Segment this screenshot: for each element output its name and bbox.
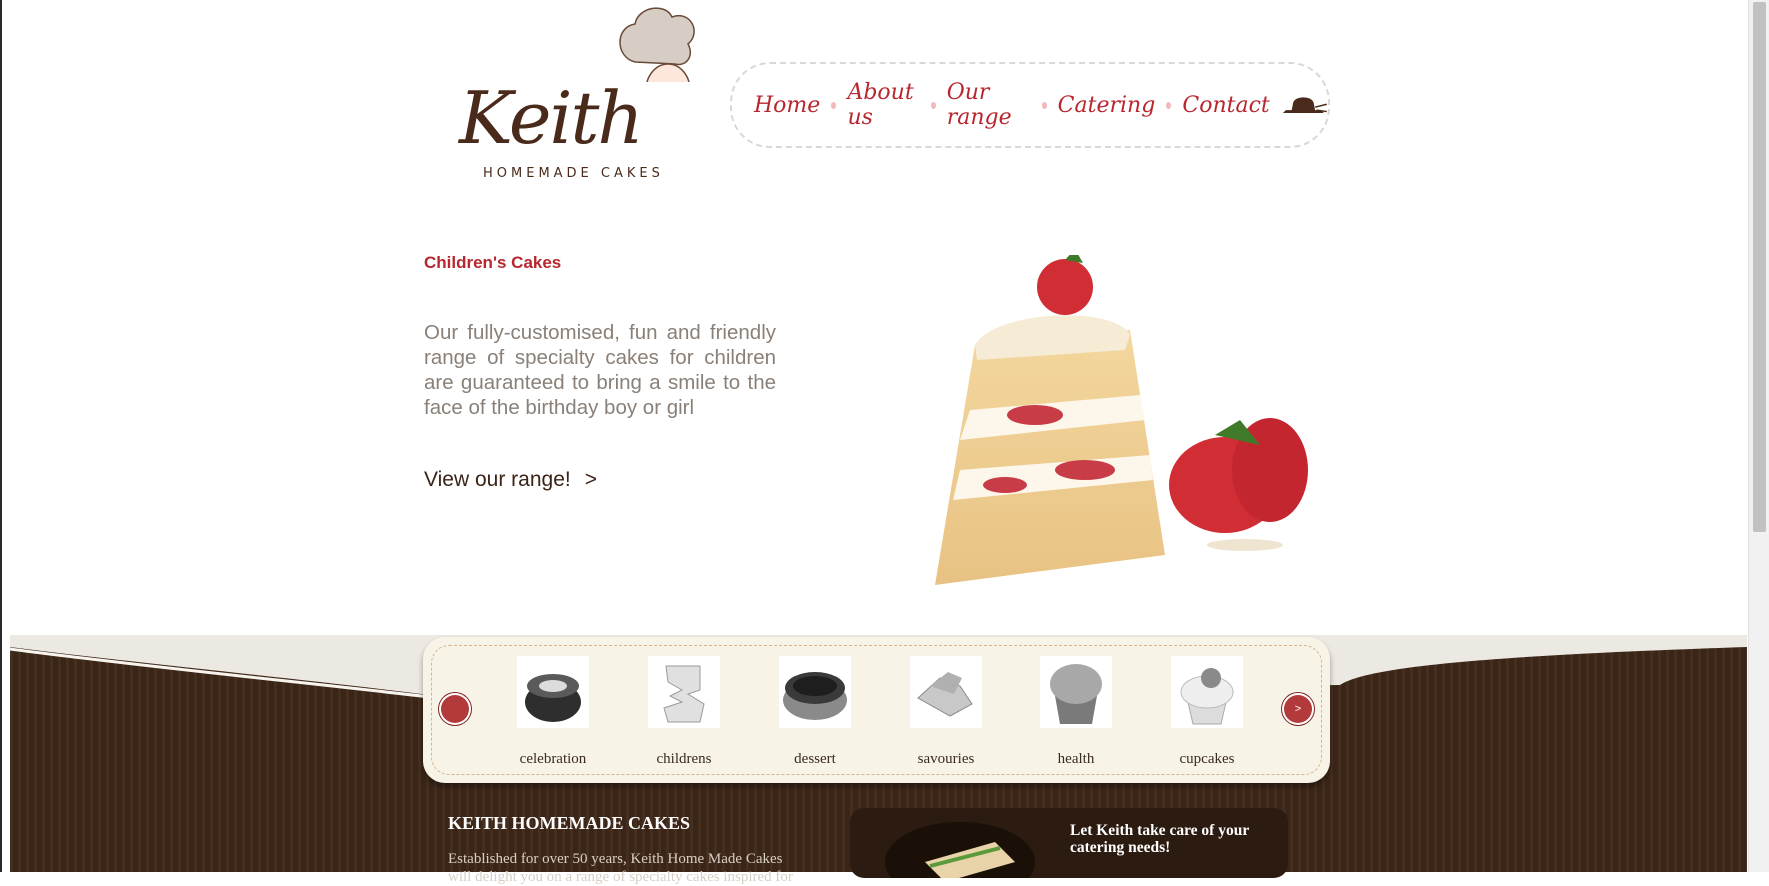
category-label: health [1057,751,1095,767]
nav-contact[interactable]: Contact [1182,93,1269,118]
scrollbar-thumb[interactable] [1753,2,1766,532]
nav-separator [930,101,936,109]
window-border [0,0,2,872]
strawberry-cake-image [935,255,1308,585]
nav-range[interactable]: Our range [947,80,1031,130]
nav-separator [831,101,837,109]
nav-separator [1041,101,1047,109]
category-carousel: > celebration childrens dessert savourie… [423,637,1330,783]
category-dessert[interactable]: dessert [770,656,860,768]
catering-title: Let Keith take care of your catering nee… [1070,822,1249,856]
logo-name: Keith [459,76,644,160]
site-logo[interactable]: Keith HOMEMADE CAKES [455,0,705,190]
nav-separator [1166,101,1172,109]
childrens-cake-thumbnail [648,656,720,728]
sandwich-image [885,822,1035,878]
cake-icon [1282,97,1327,114]
nav-catering[interactable]: Catering [1058,93,1156,118]
category-health[interactable]: health [1031,656,1121,768]
category-childrens[interactable]: childrens [639,656,729,768]
nav-about[interactable]: About us [847,80,919,130]
about-heading: KEITH HOMEMADE CAKES [448,813,691,833]
chef-illustration [619,7,695,82]
logo-tagline: HOMEMADE CAKES [483,166,664,181]
dessert-thumbnail [779,656,851,728]
hero-title: Children's Cakes [424,253,562,272]
celebration-cake-thumbnail [517,656,589,728]
category-label: cupcakes [1179,751,1235,767]
page-scrollbar[interactable] [1748,0,1769,872]
about-text: Established for over 50 years, Keith Hom… [448,851,793,885]
savouries-thumbnail [910,656,982,728]
view-range-link[interactable]: View our range! > [424,468,597,492]
category-label: dessert [794,751,836,767]
category-label: savouries [917,751,975,767]
chevron-right-icon: > [584,468,597,491]
carousel-prev-button[interactable] [439,693,471,725]
hero-description: Our fully-customised, fun and friendly r… [424,321,776,419]
category-label: celebration [519,751,587,767]
view-range-label: View our range! [424,468,571,491]
category-celebration[interactable]: celebration [508,656,598,768]
muffin-thumbnail [1040,656,1112,728]
category-cupcakes[interactable]: cupcakes [1162,656,1252,768]
main-nav: Home About us Our range Catering Contact [730,62,1330,148]
catering-promo[interactable]: Let Keith take care of your catering nee… [850,808,1288,878]
carousel-next-button[interactable]: > [1282,693,1314,725]
category-label: childrens [656,751,712,767]
nav-home[interactable]: Home [754,93,820,118]
category-savouries[interactable]: savouries [901,656,991,768]
cupcake-thumbnail [1171,656,1243,728]
